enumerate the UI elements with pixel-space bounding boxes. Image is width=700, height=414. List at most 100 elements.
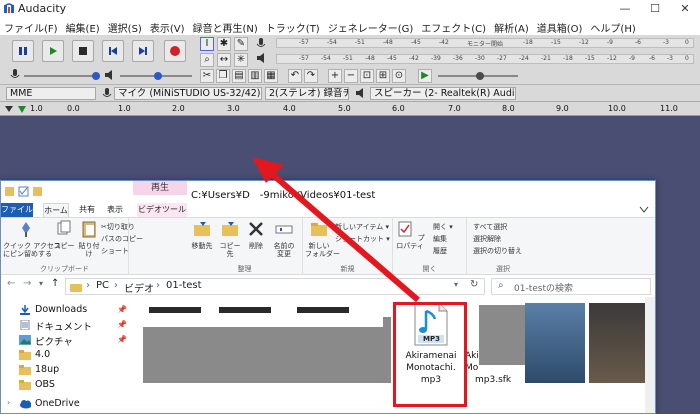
breadcrumb-videos[interactable]: ビデオ [124,280,154,295]
redo-button[interactable]: ↷ [304,69,318,83]
selection-tool-button[interactable]: I [200,37,214,51]
paste-ribbon-button[interactable]: 貼り付け [77,220,101,258]
nav-item-folder-18up[interactable]: 18up [1,363,131,378]
recording-volume-slider[interactable] [24,75,100,77]
timeline-ruler[interactable]: 1.0 1.0 2.0 3.0 4.0 5.0 6.0 7.0 8.0 9.0 … [0,102,700,116]
playback-meter[interactable]: -57 -54 -51 -48 -45 -42 -39 -36 -30 -27 … [276,54,694,64]
record-meter[interactable]: -57 -54 -51 -48 -45 -42 モニター開始 -18 -15 -… [276,38,694,48]
copy-button[interactable]: ❐ [216,69,230,83]
open-button[interactable]: 開く ▾ [433,222,453,232]
nav-item-onedrive[interactable]: › OneDrive [1,397,131,412]
edit-button[interactable]: 編集 [433,234,447,244]
history-button[interactable]: 履歴 [433,246,447,256]
envelope-tool-button[interactable]: ✱ [217,37,231,51]
multi-tool-button[interactable]: ✳ [234,53,248,67]
nav-item-downloads[interactable]: Downloads 📌 [1,303,131,318]
breadcrumb-folder[interactable]: 01-test [166,280,202,291]
breadcrumb-pc[interactable]: PC [96,280,109,291]
address-bar[interactable]: › PC › ビデオ › 01-test ▾ ↻ [65,278,485,295]
search-input[interactable]: 01-testの検索 [514,281,573,294]
back-button[interactable]: ← [7,278,15,289]
select-all-button[interactable]: すべて選択 [473,222,507,232]
quick-access-toolbar-icons[interactable] [5,186,45,198]
start-monitoring-label[interactable]: モニター開始 [467,39,503,47]
fit-project-button[interactable]: ⊞ [376,69,390,83]
new-item-button[interactable]: 新しいアイテム ▾ [335,222,389,232]
image-thumbnail[interactable] [525,303,585,383]
playback-device-select[interactable]: スピーカー (2- Realtek(R) Audio [370,87,516,100]
forward-button[interactable]: → [23,278,31,289]
delete-button[interactable]: 削除 [245,220,267,250]
move-to-button[interactable]: 移動先 [189,220,215,250]
menu-help[interactable]: ヘルプ(H) [586,18,639,35]
address-dropdown-icon[interactable]: ▾ [454,280,458,289]
silence-button[interactable]: ▦ [264,69,278,83]
draw-tool-button[interactable]: ✎ [234,37,248,51]
menu-effect[interactable]: エフェクト(C) [417,18,490,35]
menu-edit[interactable]: 編集(E) [62,18,104,35]
properties-button[interactable]: プロパティ [395,220,425,250]
easy-access-button[interactable]: ショートカット ▾ [335,234,390,244]
menu-analyze[interactable]: 解析(A) [490,18,533,35]
copy-ribbon-button[interactable]: コピー [53,220,75,250]
tab-home[interactable]: ホーム [43,203,69,217]
tab-view[interactable]: 表示 [107,204,123,215]
playback-volume-knob[interactable] [154,72,162,80]
menu-view[interactable]: 表示(V) [146,18,189,35]
play-at-speed-button[interactable]: ▶ [418,69,432,83]
cut-button[interactable]: ✂ [200,69,214,83]
recording-device-select[interactable]: マイク (MiNiSTUDIO US-32/42) [114,87,262,100]
minimize-button[interactable]: — [610,0,640,18]
recording-channels-select[interactable]: 2(ステレオ) 録音チャ [265,87,349,100]
invert-selection-button[interactable]: 選択の切り替え [473,246,522,256]
refresh-icon[interactable]: ↻ [470,279,478,290]
skip-to-end-button[interactable] [132,40,154,62]
tab-video-tools[interactable]: ビデオツール [137,203,187,217]
zoom-out-button[interactable]: − [344,69,358,83]
sfk-filename-line3[interactable]: mp3.sfk [475,375,511,385]
nav-item-documents[interactable]: ドキュメント 📌 [1,318,131,333]
nav-item-folder-4-0[interactable]: 4.0 [1,348,131,363]
timeshift-tool-button[interactable]: ↔ [217,53,231,67]
vertical-scrollbar[interactable] [645,297,655,413]
record-button[interactable] [164,40,186,62]
pause-button[interactable] [12,40,34,62]
image-thumbnail[interactable] [589,303,649,383]
select-none-button[interactable]: 選択解除 [473,234,501,244]
recording-volume-knob[interactable] [92,72,100,80]
menu-select[interactable]: 選択(S) [104,18,146,35]
tab-share[interactable]: 共有 [79,204,95,215]
menu-tools[interactable]: 道具箱(O) [533,18,587,35]
stop-button[interactable] [72,40,94,62]
close-button[interactable]: ✕ [670,0,700,18]
zoom-tool-button[interactable]: ⌕ [200,53,214,67]
recent-locations-button[interactable]: ▾ [39,279,43,288]
copy-path-button[interactable]: パスのコピー [101,234,143,244]
nav-item-folder-obs[interactable]: OBS [1,378,131,393]
zoom-toggle-button[interactable]: ⊙ [392,69,406,83]
ribbon-expand-icon[interactable] [639,206,649,214]
play-button[interactable] [42,40,64,62]
new-folder-button[interactable]: 新しい フォルダー [305,220,340,258]
up-button[interactable]: ↑ [51,278,59,289]
paste-button[interactable]: ▤ [232,69,246,83]
search-box[interactable]: ⌕ 01-testの検索 [491,278,651,295]
expand-chevron-icon[interactable]: › [7,398,10,407]
fit-selection-button[interactable]: ⊡ [360,69,374,83]
undo-button[interactable]: ↶ [288,69,302,83]
menu-file[interactable]: ファイル(F) [0,18,62,35]
rename-button[interactable]: 名前の 変更 [269,220,299,258]
skip-to-start-button[interactable] [102,40,124,62]
menu-transport[interactable]: 録音と再生(N) [189,18,262,35]
menu-tracks[interactable]: トラック(T) [262,18,324,35]
zoom-in-button[interactable]: + [328,69,342,83]
sfk-filename-line1[interactable]: Aki [465,351,479,361]
paste-shortcut-button[interactable]: ショートカットの貼り付け [101,246,128,256]
context-tab-play[interactable]: 再生 [133,181,187,195]
nav-item-pictures[interactable]: ピクチャ 📌 [1,333,131,348]
trim-button[interactable]: ▥ [248,69,262,83]
menu-generate[interactable]: ジェネレーター(G) [324,18,418,35]
tab-file[interactable]: ファイル [1,203,33,217]
copy-to-button[interactable]: コピー先 [217,220,243,258]
timeline-menu-icon[interactable] [4,105,14,113]
